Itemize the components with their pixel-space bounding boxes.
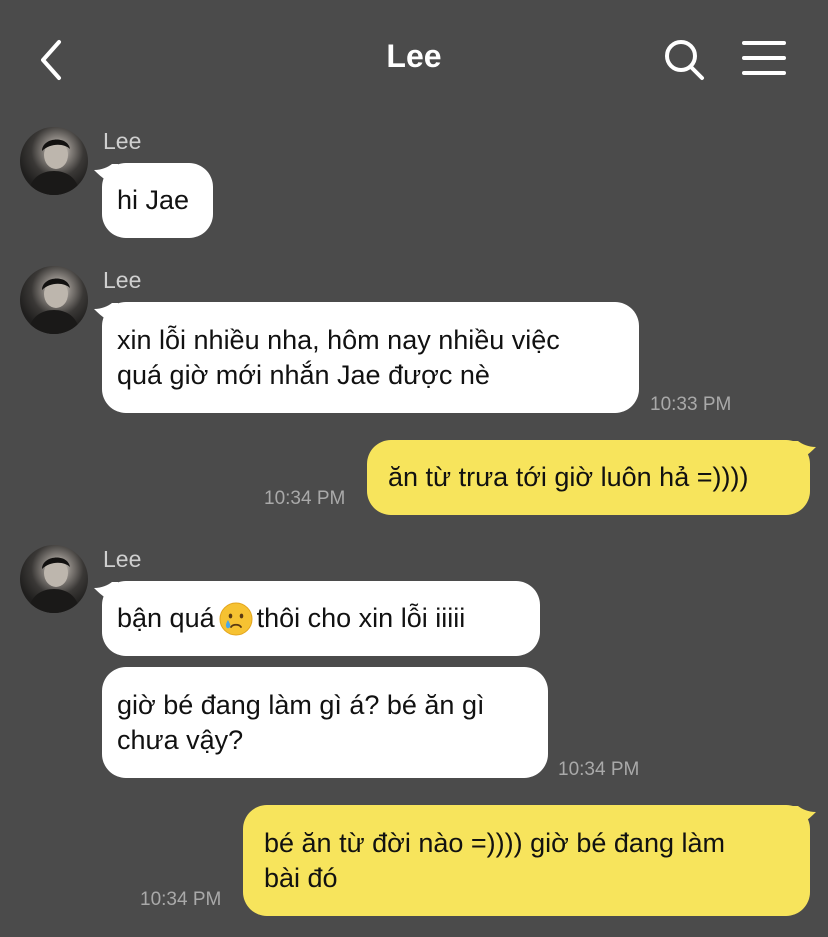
chat-header: Lee <box>0 0 828 118</box>
menu-icon <box>742 41 786 75</box>
chevron-left-icon <box>41 40 61 80</box>
message-timestamp: 10:34 PM <box>140 889 222 910</box>
message-timestamp: 10:34 PM <box>558 759 640 780</box>
avatar-image <box>28 557 80 613</box>
message-text-line: giờ bé đang làm gì á? bé ăn gì <box>117 689 485 720</box>
message-text: hi Jae <box>117 185 190 215</box>
message-bubble-incoming[interactable]: bận quá thôi cho xin lỗi iiiii <box>102 581 540 656</box>
chat-screen: Lee Lee hi Jae Lee xin lỗi nhiều nha, hô… <box>0 0 828 937</box>
avatar[interactable] <box>20 266 88 334</box>
search-icon <box>665 40 704 80</box>
crying-face-emoji-icon <box>219 602 253 635</box>
message-bubble-incoming[interactable]: hi Jae <box>102 163 213 238</box>
message-bubble-outgoing[interactable]: ăn từ trưa tới giờ luôn hả =)))) <box>367 440 810 515</box>
message-text-line: quá giờ mới nhắn Jae được nè <box>117 359 490 390</box>
message-timestamp: 10:33 PM <box>650 394 732 415</box>
bubble-tail <box>792 806 816 828</box>
message-text-line: bé ăn từ đời nào =)))) giờ bé đang làm <box>264 827 725 858</box>
avatar-image <box>28 139 80 195</box>
avatar[interactable] <box>20 545 88 613</box>
avatar-image <box>28 278 80 334</box>
menu-button[interactable] <box>740 38 788 80</box>
message-timestamp: 10:34 PM <box>264 488 346 509</box>
message-text: bận quá <box>117 603 215 633</box>
message-bubble-incoming[interactable]: giờ bé đang làm gì á? bé ăn gì chưa vậy? <box>102 667 548 778</box>
avatar[interactable] <box>20 127 88 195</box>
sender-name: Lee <box>103 267 142 293</box>
message-bubble-incoming[interactable]: xin lỗi nhiều nha, hôm nay nhiều việc qu… <box>102 302 639 413</box>
sender-name: Lee <box>103 128 142 154</box>
search-button[interactable] <box>660 36 708 84</box>
message-text: thôi cho xin lỗi iiiii <box>256 603 466 633</box>
back-button[interactable] <box>28 36 76 84</box>
message-bubble-outgoing[interactable]: bé ăn từ đời nào =)))) giờ bé đang làm b… <box>243 805 810 916</box>
sender-name: Lee <box>103 546 142 572</box>
message-text-line: chưa vậy? <box>117 724 244 755</box>
bubble-tail <box>792 441 816 463</box>
message-text-line: bài đó <box>264 862 338 893</box>
message-text: ăn từ trưa tới giờ luôn hả =)))) <box>388 462 749 492</box>
message-text-line: xin lỗi nhiều nha, hôm nay nhiều việc <box>117 324 560 355</box>
